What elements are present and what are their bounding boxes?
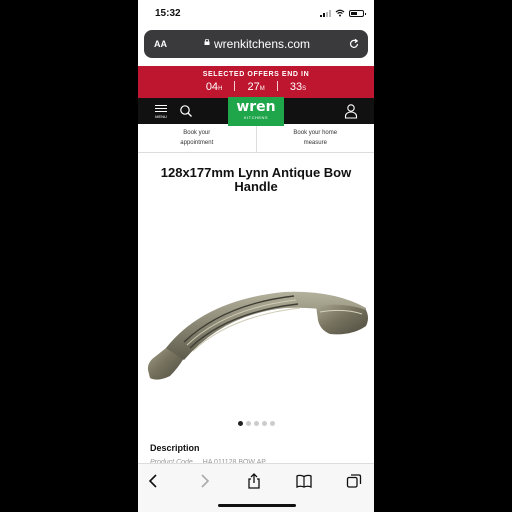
logo-subtext: KITCHENS — [243, 115, 269, 120]
appointment-links: Book your appointment Book your home mea… — [138, 124, 374, 153]
bookmarks-icon[interactable] — [296, 473, 312, 489]
address-bar[interactable]: AA wrenkitchens.com — [144, 30, 368, 58]
countdown-hours: 04 — [205, 81, 219, 93]
countdown-minutes: 27 — [247, 81, 260, 93]
book-appointment-link[interactable]: Book your appointment — [138, 124, 257, 152]
countdown-hours-unit: H — [218, 86, 223, 92]
wren-logo[interactable]: wren KITCHENS — [228, 97, 284, 126]
countdown-divider — [276, 81, 278, 91]
gallery-dot[interactable] — [261, 421, 267, 426]
book-appointment-line1: Book your — [183, 130, 211, 136]
gallery-dot[interactable] — [253, 421, 259, 426]
account-icon[interactable] — [344, 103, 358, 119]
countdown-divider — [234, 81, 236, 91]
gallery-dot[interactable] — [237, 421, 243, 426]
gallery-dot[interactable] — [245, 421, 251, 426]
url-text[interactable]: wrenkitchens.com — [214, 37, 310, 51]
book-home-measure-link[interactable]: Book your home measure — [257, 124, 375, 152]
battery-icon — [349, 9, 366, 17]
back-icon[interactable] — [146, 473, 162, 489]
text-size-button[interactable]: AA — [154, 39, 167, 49]
description-heading: Description — [150, 443, 200, 453]
countdown-minutes-unit: M — [259, 86, 265, 92]
wifi-icon — [335, 9, 345, 17]
gallery-pagination — [138, 421, 374, 426]
forward-icon[interactable] — [196, 473, 212, 489]
menu-label: MENU — [155, 114, 167, 119]
cellular-signal-icon — [320, 9, 331, 17]
book-measure-line2: measure — [303, 140, 327, 146]
countdown-seconds: 33 — [289, 81, 303, 93]
status-icons — [320, 9, 366, 17]
reload-icon[interactable] — [348, 38, 360, 50]
tabs-icon[interactable] — [346, 473, 362, 489]
product-title: 128x177mm Lynn Antique Bow Handle — [138, 166, 374, 194]
product-title-line1: 128x177mm Lynn Antique Bow — [160, 165, 352, 180]
lock-icon — [204, 39, 210, 45]
hamburger-icon — [152, 105, 170, 112]
product-image[interactable] — [144, 282, 370, 386]
status-time: 15:32 — [155, 8, 181, 19]
offer-banner[interactable]: SELECTED OFFERS END IN 04H 27M 33S — [138, 66, 374, 98]
share-icon[interactable] — [246, 473, 262, 489]
logo-wordmark: wren — [236, 99, 276, 115]
browser-viewport: 15:32 AA wrenkitchens.com SELECTED OFFER… — [138, 0, 374, 512]
browser-toolbar — [138, 463, 374, 512]
countdown-seconds-unit: S — [302, 86, 307, 92]
offer-headline: SELECTED OFFERS END IN — [202, 71, 310, 78]
menu-button[interactable]: MENU — [152, 103, 170, 121]
book-appointment-line2: appointment — [180, 140, 214, 146]
gallery-dot[interactable] — [269, 421, 275, 426]
search-icon[interactable] — [179, 104, 193, 118]
product-title-line2: Handle — [234, 179, 278, 194]
offer-countdown: 04H 27M 33S — [138, 81, 374, 93]
home-indicator — [218, 504, 296, 507]
book-measure-line1: Book your home — [293, 130, 338, 136]
status-bar: 15:32 — [138, 0, 374, 28]
